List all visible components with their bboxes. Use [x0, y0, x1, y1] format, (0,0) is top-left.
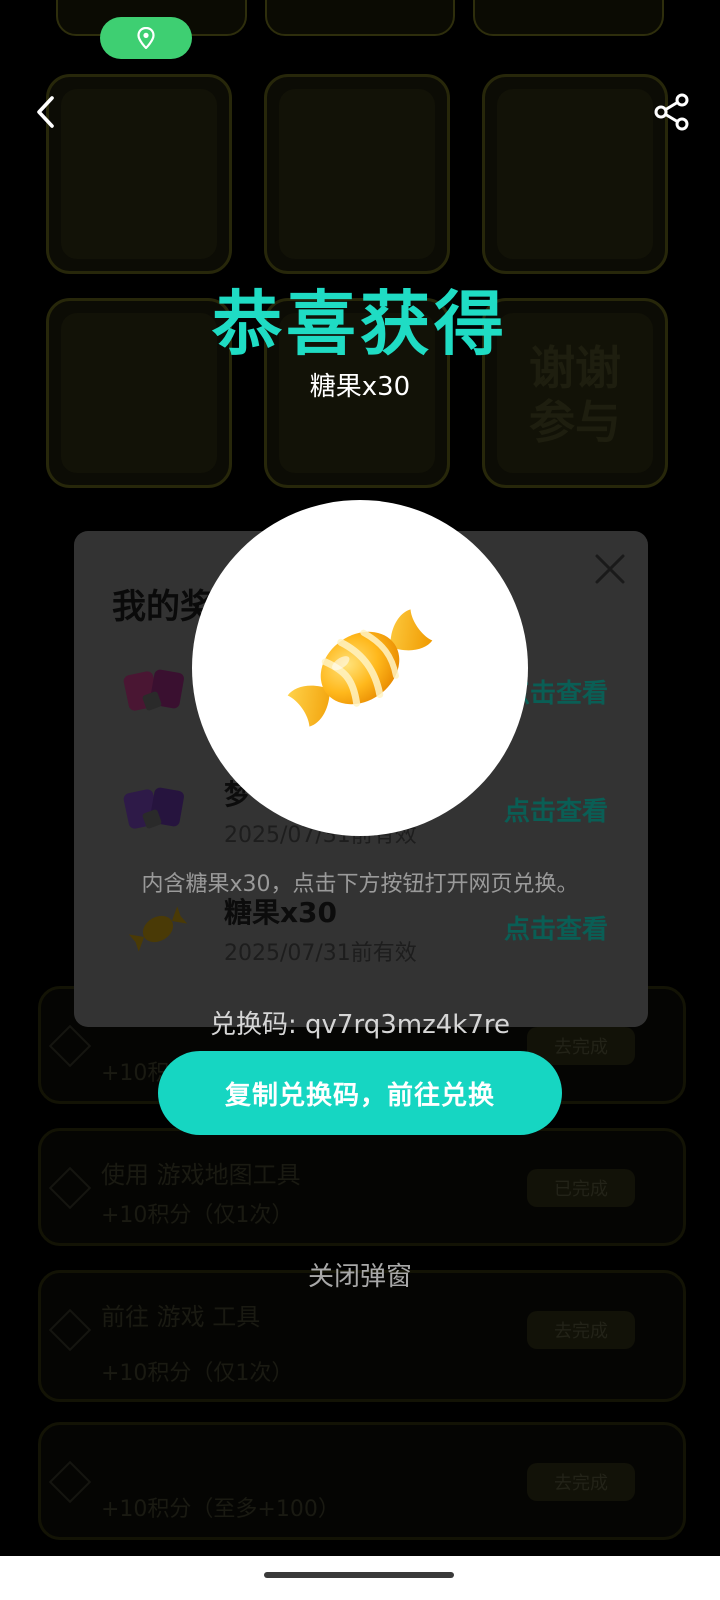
- close-popup-button[interactable]: 关闭弹窗: [0, 1256, 720, 1293]
- bg-task-title: 使用 游戏地图工具: [101, 1161, 301, 1189]
- bg-task-button: 已完成: [527, 1169, 635, 1207]
- home-indicator[interactable]: [264, 1572, 454, 1578]
- bg-top-card: [264, 0, 456, 36]
- bg-prize-card: [264, 74, 450, 274]
- diamond-icon: [48, 1460, 92, 1504]
- bg-task-row: 使用 游戏地图工具 +10积分（仅1次） 已完成: [38, 1128, 686, 1246]
- chevron-left-icon: [37, 96, 54, 128]
- pink-ticket-icon: [123, 669, 184, 711]
- bg-task-title: 前往 游戏 工具: [101, 1303, 261, 1331]
- bottom-navigation-bar: [0, 1556, 720, 1600]
- bg-task-row: +10积分（至多+100） 去完成: [38, 1422, 686, 1540]
- bg-prize-card: [46, 74, 232, 274]
- congrats-title: 恭喜获得: [212, 283, 508, 365]
- bg-prize-card-inner: [497, 89, 653, 259]
- prize-date: 2025/07/31前有效: [224, 941, 417, 966]
- candy-icon: [287, 609, 433, 727]
- copy-code-button[interactable]: 复制兑换码，前往兑换: [158, 1051, 562, 1135]
- diamond-icon: [48, 1166, 92, 1210]
- reward-image: [192, 500, 528, 836]
- prize-list-item: 糖果x30 2025/07/31前有效 点击查看: [74, 887, 648, 977]
- bg-task-button: 去完成: [527, 1311, 635, 1349]
- close-icon[interactable]: [592, 551, 628, 587]
- share-icon: [654, 93, 689, 131]
- location-pill[interactable]: [100, 17, 192, 59]
- view-prize-link[interactable]: 点击查看: [504, 791, 608, 828]
- view-prize-link[interactable]: 点击查看: [504, 909, 608, 946]
- candy-icon: [128, 906, 188, 952]
- purple-ticket-icon: [123, 787, 184, 829]
- bg-task-points: +10积分（仅1次）: [101, 1361, 294, 1386]
- bg-prize-card-inner: [279, 89, 435, 259]
- reward-subtitle: 糖果x30: [309, 372, 411, 402]
- bg-prize-card-inner: [61, 89, 217, 259]
- bg-prize-card: [482, 74, 668, 274]
- bg-task-points: +10积分（至多+100）: [101, 1497, 340, 1522]
- redeem-code[interactable]: 兑换码: qv7rq3mz4k7re: [0, 1004, 720, 1041]
- reward-description: 内含糖果x30，点击下方按钮打开网页兑换。: [141, 872, 579, 897]
- back-button[interactable]: [26, 88, 66, 136]
- bg-task-points: +10积分（仅1次）: [101, 1203, 294, 1228]
- location-pin-icon: [137, 27, 155, 49]
- bg-task-button: 去完成: [527, 1463, 635, 1501]
- diamond-icon: [48, 1308, 92, 1352]
- bg-top-card: [473, 0, 665, 36]
- share-button[interactable]: [648, 88, 696, 136]
